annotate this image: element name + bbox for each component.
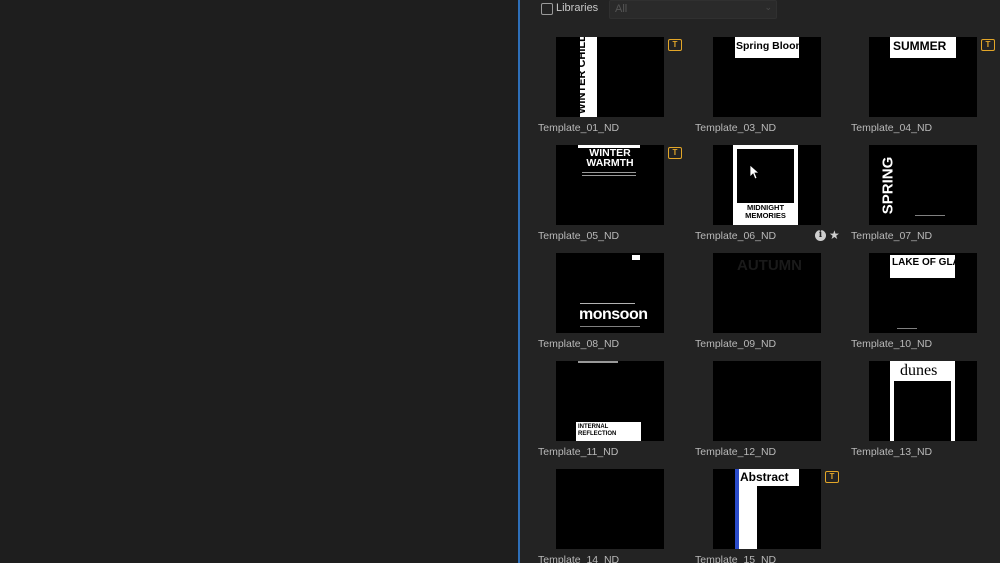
template-tile[interactable]: SUMMER T Template_04_ND [851, 37, 1000, 141]
template-tile[interactable]: MIDNIGHT MEMORIES i ★ Template_06_ND [695, 145, 847, 249]
libraries-filter-bar: Libraries All ⌄ [520, 0, 1000, 20]
mouse-cursor-icon [749, 164, 761, 180]
text-template-icon: T [825, 471, 839, 483]
thumbnail-title: dunes [900, 362, 938, 379]
thumbnail-title: monsoon [579, 306, 648, 323]
thumbnail-title: SPRING [879, 156, 897, 215]
template-label: Template_01_ND [538, 122, 620, 134]
star-icon[interactable]: ★ [829, 228, 840, 242]
libraries-select-value: All [615, 3, 628, 15]
thumbnail-title: Abstract [740, 470, 789, 484]
template-thumbnail[interactable]: MIDNIGHT MEMORIES [713, 145, 821, 225]
template-thumbnail[interactable]: SUMMER [869, 37, 977, 117]
template-tile[interactable]: dunes Template_13_ND [851, 361, 1000, 465]
template-tile[interactable]: SPRING Template_07_ND [851, 145, 1000, 249]
template-thumbnail[interactable]: Abstract [713, 469, 821, 549]
thumbnail-title: WINTER WARMTH [586, 147, 634, 169]
text-template-icon: T [668, 39, 682, 51]
template-thumbnail[interactable]: SPRING [869, 145, 977, 225]
template-label: Template_06_ND [695, 230, 777, 242]
template-label: Template_07_ND [851, 230, 933, 242]
thumbnail-title: WINTER CHILLS [576, 37, 588, 114]
thumbnail-title: INTERNAL REFLECTION [578, 424, 617, 437]
template-tile[interactable]: LAKE OF GLASS Template_10_ND [851, 253, 1000, 357]
template-tile[interactable]: Template_14_ND [538, 469, 690, 563]
libraries-checkbox[interactable] [541, 3, 553, 15]
template-thumbnail[interactable]: INTERNAL REFLECTION [556, 361, 664, 441]
thumbnail-title: MIDNIGHT MEMORIES [745, 203, 786, 220]
template-label: Template_10_ND [851, 338, 933, 350]
libraries-select[interactable]: All ⌄ [609, 0, 777, 19]
template-tile[interactable]: WINTER CHILLS T Template_01_ND [538, 37, 690, 141]
template-label: Template_04_ND [851, 122, 933, 134]
template-label: Template_03_ND [695, 122, 777, 134]
template-tile[interactable]: INTERNAL REFLECTION Template_11_ND [538, 361, 690, 465]
thumbnail-title: Spring Bloom [736, 40, 805, 52]
preview-panel [0, 0, 518, 563]
template-tile[interactable]: Template_12_ND [695, 361, 847, 465]
chevron-down-icon: ⌄ [764, 2, 772, 12]
template-thumbnail[interactable] [713, 361, 821, 441]
template-thumbnail[interactable]: monsoon [556, 253, 664, 333]
thumbnail-title: SUMMER [893, 39, 947, 53]
libraries-label: Libraries [556, 2, 599, 14]
thumbnail-title: AUTUMN [737, 257, 802, 274]
template-label: Template_14_ND [538, 554, 620, 563]
template-label: Template_13_ND [851, 446, 933, 458]
template-thumbnail[interactable]: LAKE OF GLASS [869, 253, 977, 333]
template-tile[interactable]: Spring Bloom Template_03_ND [695, 37, 847, 141]
text-template-icon: T [668, 147, 682, 159]
text-template-icon: T [981, 39, 995, 51]
template-thumbnail[interactable]: AUTUMN [713, 253, 821, 333]
template-label: Template_12_ND [695, 446, 777, 458]
thumbnail-title: LAKE OF GLASS [892, 257, 974, 268]
template-thumbnail[interactable]: WINTER CHILLS [556, 37, 664, 117]
template-tile[interactable]: monsoon Template_08_ND [538, 253, 690, 357]
template-label: Template_05_ND [538, 230, 620, 242]
template-label: Template_09_ND [695, 338, 777, 350]
template-label: Template_08_ND [538, 338, 620, 350]
info-icon[interactable]: i [815, 230, 826, 241]
template-tile[interactable]: AUTUMN Template_09_ND [695, 253, 847, 357]
template-label: Template_11_ND [538, 446, 619, 458]
tile-actions: i ★ [815, 228, 845, 243]
template-tile[interactable]: Abstract T Template_15_ND [695, 469, 847, 563]
template-thumbnail[interactable]: Spring Bloom [713, 37, 821, 117]
template-label: Template_15_ND [695, 554, 777, 563]
template-thumbnail[interactable]: dunes [869, 361, 977, 441]
template-browser-panel: Libraries All ⌄ WINTER CHILLS T Template… [520, 0, 1000, 563]
template-thumbnail[interactable]: WINTER WARMTH [556, 145, 664, 225]
template-thumbnail[interactable] [556, 469, 664, 549]
template-tile[interactable]: WINTER WARMTH T Template_05_ND [538, 145, 690, 249]
